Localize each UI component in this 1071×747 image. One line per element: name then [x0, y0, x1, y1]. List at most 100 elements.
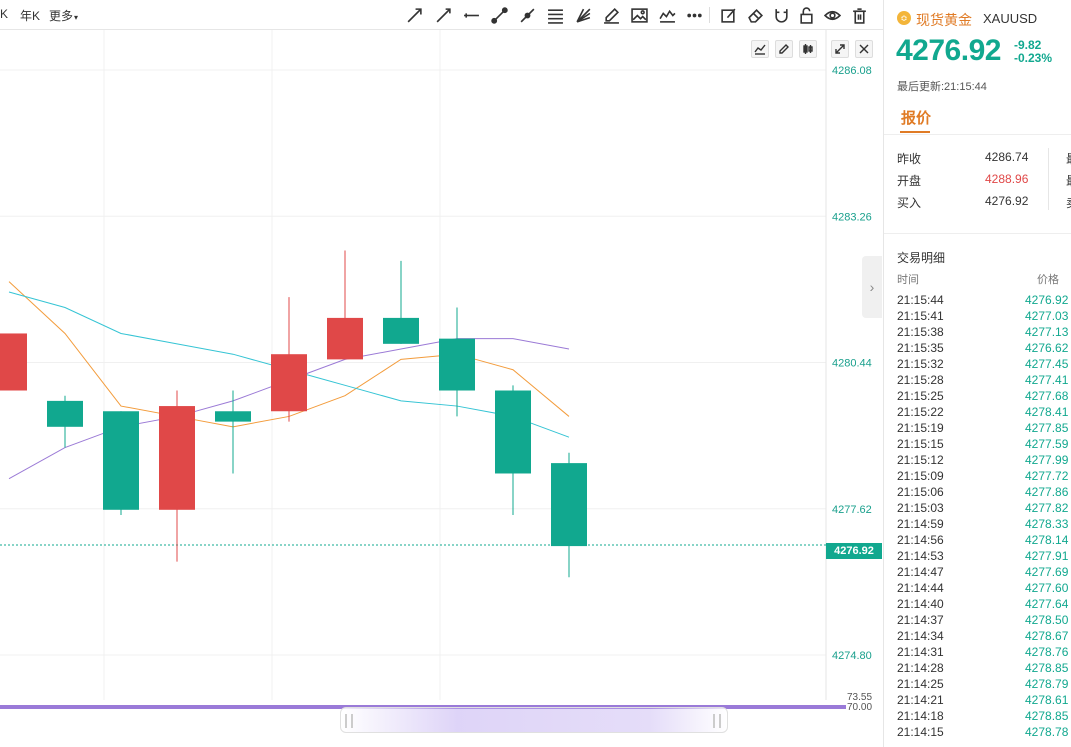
quote-row-bid: 买入 4276.92	[897, 194, 1071, 212]
trade-time: 21:15:38	[897, 325, 944, 339]
candle-body	[0, 333, 27, 391]
navigator-right-handle[interactable]	[713, 714, 721, 728]
trade-price: 4276.92	[1025, 293, 1069, 307]
trade-time: 21:15:19	[897, 421, 944, 435]
trade-row: 21:14:59 4278.33	[897, 516, 1071, 532]
trade-price: 4278.85	[1025, 661, 1069, 675]
close-icon[interactable]	[855, 40, 873, 58]
trade-time: 21:15:41	[897, 309, 944, 323]
quote-panel: ≎ 现货黄金 XAUUSD 4276.92 -9.82 -0.23% 最后更新:…	[883, 0, 1071, 747]
image-tool-icon[interactable]	[629, 5, 649, 25]
candle-body	[495, 390, 531, 474]
divider	[884, 233, 1071, 234]
trade-row: 21:14:40 4277.64	[897, 596, 1071, 612]
horizontal-line-tool-icon[interactable]	[461, 5, 481, 25]
chevron-right-icon: ›	[869, 279, 875, 295]
period-k-button[interactable]: K	[0, 7, 8, 21]
quote-value: 4286.74	[985, 150, 1029, 164]
trade-time: 21:15:25	[897, 389, 944, 403]
last-price: 4276.92	[896, 34, 1001, 67]
symbol-code: XAUUSD	[983, 11, 1038, 26]
candlestick-chart[interactable]: 4286.08 4283.26 4280.44 4277.62 4274.80	[0, 0, 883, 747]
pen-tool-icon[interactable]	[601, 5, 621, 25]
column-header-time: 时间	[897, 274, 919, 286]
trade-price: 4278.85	[1025, 709, 1069, 723]
trade-row: 21:14:15 4278.78	[897, 724, 1071, 740]
trade-row: 21:14:18 4278.85	[897, 708, 1071, 724]
trade-time: 21:14:28	[897, 661, 944, 675]
trade-price: 4278.41	[1025, 405, 1069, 419]
trade-row: 21:14:34 4278.67	[897, 628, 1071, 644]
trade-time: 21:14:21	[897, 693, 944, 707]
eye-icon[interactable]	[822, 5, 842, 25]
trade-row: 21:15:35 4276.62	[897, 340, 1071, 356]
trade-price: 4278.33	[1025, 517, 1069, 531]
candle-body	[271, 354, 307, 412]
trade-time: 21:14:34	[897, 629, 944, 643]
more-periods-label: 更多	[49, 9, 74, 23]
trade-time: 21:15:32	[897, 357, 944, 371]
chevron-down-icon: ▾	[74, 13, 79, 22]
trade-time: 21:14:25	[897, 677, 944, 691]
candle-body	[47, 400, 83, 427]
edit-note-icon[interactable]	[718, 5, 738, 25]
quote-row-open: 开盘 4288.96	[897, 172, 1071, 190]
more-tools-icon[interactable]	[684, 5, 704, 25]
trend-line-tool-icon[interactable]	[433, 5, 453, 25]
magnet-icon[interactable]	[771, 5, 791, 25]
lock-icon[interactable]	[796, 5, 816, 25]
eraser-icon[interactable]	[745, 5, 765, 25]
symbol-name: 现货黄金	[916, 12, 972, 28]
navigator-left-handle[interactable]	[345, 714, 353, 728]
fan-tool-icon[interactable]	[573, 5, 593, 25]
wave-tool-icon[interactable]	[657, 5, 677, 25]
trade-row: 21:15:44 4276.92	[897, 292, 1071, 308]
trade-row: 21:15:09 4277.72	[897, 468, 1071, 484]
ray-line-tool-icon[interactable]	[404, 5, 424, 25]
fibonacci-tool-icon[interactable]	[545, 5, 565, 25]
extended-line-tool-icon[interactable]	[517, 5, 537, 25]
expand-panel-button[interactable]: ›	[862, 256, 882, 318]
period-year-k-button[interactable]: 年K	[20, 7, 40, 24]
more-periods-dropdown[interactable]: 更多▾	[49, 7, 78, 24]
trade-price: 4277.68	[1025, 389, 1069, 403]
trade-time: 21:14:56	[897, 533, 944, 547]
indicator-value-lower: 70.00	[847, 702, 873, 713]
trade-price: 4278.67	[1025, 629, 1069, 643]
price-change: -9.82	[1014, 38, 1042, 52]
trade-row: 21:15:19 4277.85	[897, 420, 1071, 436]
trade-row: 21:15:38 4277.13	[897, 324, 1071, 340]
candle-body	[159, 406, 195, 510]
trade-time: 21:15:28	[897, 373, 944, 387]
candle-style-icon[interactable]	[799, 40, 817, 58]
last-update-time: 最后更新:21:15:44	[897, 81, 987, 93]
trade-price: 4278.79	[1025, 677, 1069, 691]
trash-icon[interactable]	[849, 5, 869, 25]
segment-tool-icon[interactable]	[489, 5, 509, 25]
trade-time: 21:14:31	[897, 645, 944, 659]
price-axis-label: 4277.62	[832, 504, 872, 516]
trade-time: 21:14:47	[897, 565, 944, 579]
trade-time: 21:14:15	[897, 725, 944, 739]
trade-price: 4276.62	[1025, 341, 1069, 355]
tab-quote[interactable]: 报价	[901, 107, 931, 128]
quote-value: 4276.92	[985, 194, 1029, 208]
candle-body	[103, 411, 139, 510]
trade-price: 4277.13	[1025, 325, 1069, 339]
draw-pen-icon[interactable]	[775, 40, 793, 58]
trade-row: 21:15:28 4277.41	[897, 372, 1071, 388]
trade-row: 21:15:32 4277.45	[897, 356, 1071, 372]
trade-row: 21:14:21 4278.61	[897, 692, 1071, 708]
fullscreen-icon[interactable]	[831, 40, 849, 58]
line-chart-style-icon[interactable]	[751, 40, 769, 58]
quote-value: 4288.96	[985, 172, 1029, 186]
trade-price: 4277.69	[1025, 565, 1069, 579]
trade-time: 21:15:35	[897, 341, 944, 355]
price-axis-label: 4286.08	[832, 65, 872, 77]
trade-price: 4277.64	[1025, 597, 1069, 611]
trade-price: 4277.45	[1025, 357, 1069, 371]
trade-price: 4278.50	[1025, 613, 1069, 627]
divider	[1048, 148, 1049, 210]
chart-navigator-scrollbar[interactable]	[340, 707, 728, 733]
trade-price: 4277.82	[1025, 501, 1069, 515]
